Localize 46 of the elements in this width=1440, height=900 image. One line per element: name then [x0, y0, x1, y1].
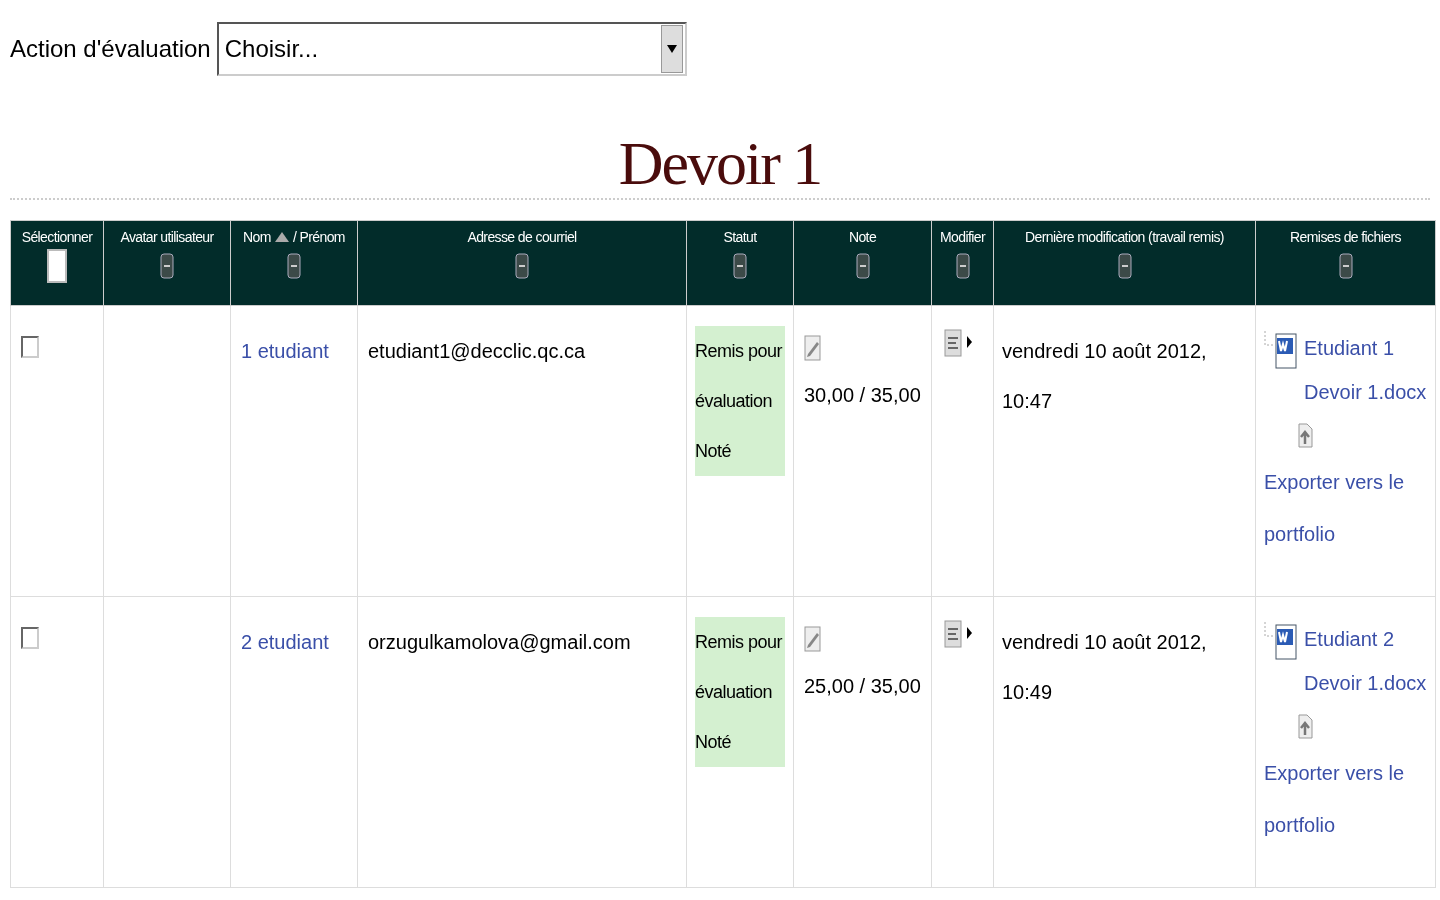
column-header: Modifier — [939, 229, 987, 245]
collapse-icon[interactable] — [287, 253, 301, 282]
word-document-icon — [1264, 330, 1298, 370]
edit-icon[interactable] — [804, 332, 822, 362]
action-select[interactable]: Choisir... — [216, 22, 687, 76]
sort-link[interactable]: Nom — [243, 229, 271, 245]
action-label: Action d'évaluation — [10, 35, 211, 63]
column-header: Statut — [722, 229, 758, 245]
status-text: Remis pour évaluation Noté — [695, 326, 785, 476]
export-icon[interactable] — [1296, 420, 1314, 450]
status-text: Remis pour évaluation Noté — [695, 617, 785, 767]
collapse-icon[interactable] — [1338, 253, 1353, 282]
edit-icon[interactable] — [804, 623, 822, 653]
export-icon[interactable] — [1296, 711, 1314, 741]
sort-link[interactable]: / Prénom — [292, 229, 345, 245]
row-checkbox[interactable] — [21, 336, 39, 358]
assignment-title: Devoir 1 — [618, 128, 822, 198]
email-text: orzugulkamolova@gmail.com — [368, 631, 631, 653]
grade-text: 30,00 / 35,00 — [804, 384, 921, 406]
column-header: Adresse de courriel — [466, 229, 578, 245]
collapse-icon[interactable] — [160, 253, 174, 282]
modified-date: vendredi 10 août 2012, 10:47 — [1002, 340, 1207, 412]
file-link[interactable]: Etudiant 1 Devoir 1.docx — [1304, 326, 1427, 414]
options-menu-icon[interactable] — [944, 619, 974, 649]
collapse-icon[interactable] — [515, 253, 529, 282]
word-document-icon — [1264, 621, 1298, 661]
column-header: Remises de fichiers — [1289, 229, 1402, 245]
collapse-icon[interactable] — [855, 253, 870, 282]
collapse-icon[interactable] — [733, 253, 747, 282]
options-menu-icon[interactable] — [944, 328, 974, 358]
select-all-checkbox[interactable] — [47, 249, 67, 283]
column-header: Note — [847, 229, 878, 245]
column-header: Avatar utilisateur — [119, 229, 215, 245]
column-header: Dernière modification (travail remis) — [1024, 229, 1225, 245]
row-checkbox[interactable] — [21, 627, 39, 649]
email-text: etudiant1@decclic.qc.ca — [368, 340, 586, 362]
modified-date: vendredi 10 août 2012, 10:49 — [1002, 631, 1207, 703]
collapse-icon[interactable] — [955, 253, 970, 282]
collapse-icon[interactable] — [1117, 253, 1132, 282]
export-portfolio-link[interactable]: Exporter vers le portfolio — [1264, 747, 1427, 851]
file-link[interactable]: Etudiant 2 Devoir 1.docx — [1304, 617, 1427, 705]
grade-text: 25,00 / 35,00 — [804, 675, 921, 697]
export-portfolio-link[interactable]: Exporter vers le portfolio — [1264, 456, 1427, 560]
student-name-link[interactable]: 2 etudiant — [241, 631, 329, 653]
column-header: Sélectionner — [20, 229, 94, 245]
student-name-link[interactable]: 1 etudiant — [241, 340, 329, 362]
